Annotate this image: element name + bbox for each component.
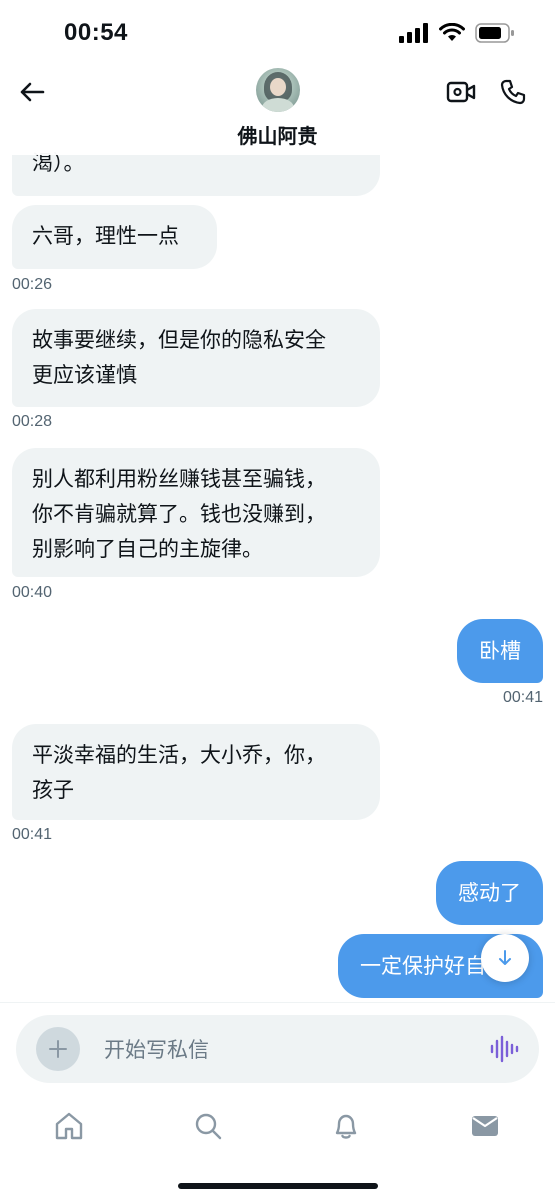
- video-call-button[interactable]: [443, 74, 479, 110]
- home-icon: [55, 1112, 83, 1140]
- message-text: 卧槽: [479, 639, 521, 663]
- tab-home[interactable]: [49, 1106, 89, 1146]
- conversation-header: 佛山阿贵: [0, 62, 555, 155]
- status-icons: [399, 22, 515, 44]
- message-timestamp: 00:28: [12, 413, 53, 430]
- contact-name[interactable]: 佛山阿贵: [0, 120, 555, 149]
- tab-notifications[interactable]: [326, 1106, 366, 1146]
- battery-icon: [475, 23, 514, 43]
- search-icon: [195, 1113, 222, 1140]
- status-bar: 00:54: [0, 0, 555, 62]
- message-timestamp: 00:41: [12, 826, 53, 843]
- arrow-down-icon: [499, 950, 511, 965]
- message-input[interactable]: [102, 1029, 466, 1071]
- video-camera-icon: [446, 81, 476, 103]
- bell-icon: [335, 1114, 357, 1139]
- voice-message-button[interactable]: [489, 1035, 519, 1063]
- message-bubble-incoming[interactable]: 别人都利用粉丝赚钱甚至骗钱， 你不肯骗就算了。钱也没赚到， 别影响了自己的主旋律…: [12, 448, 380, 577]
- home-indicator: [178, 1183, 378, 1189]
- cellular-signal-icon: [399, 23, 428, 43]
- message-text-line: 平淡幸福的生活，大小乔，你，: [32, 743, 326, 767]
- mail-icon: [472, 1116, 498, 1136]
- arrow-left-icon: [20, 82, 45, 102]
- contact-avatar[interactable]: [256, 68, 300, 112]
- tab-search[interactable]: [188, 1106, 228, 1146]
- add-media-button[interactable]: [36, 1027, 80, 1071]
- message-bubble-outgoing[interactable]: 感动了: [436, 861, 543, 925]
- message-bubble-outgoing[interactable]: 卧槽: [457, 619, 543, 683]
- back-button[interactable]: [14, 74, 50, 110]
- message-text-line: 别人都利用粉丝赚钱甚至骗钱，: [32, 467, 326, 491]
- tab-messages[interactable]: [465, 1106, 505, 1146]
- message-timestamp: 00:26: [12, 276, 53, 293]
- message-text-line: 你不肯骗就算了。钱也没赚到，: [32, 502, 326, 526]
- message-bubble-incoming[interactable]: 六哥，理性一点: [12, 205, 217, 269]
- message-bubble-incoming[interactable]: 平淡幸福的生活，大小乔，你， 孩子: [12, 724, 380, 820]
- message-text-line: 孩子: [32, 778, 74, 802]
- bottom-tab-bar: [0, 1094, 555, 1200]
- message-timestamp: 00:40: [12, 584, 53, 601]
- message-text: 感动了: [458, 881, 521, 905]
- message-text-line: 别影响了自己的主旋律。: [32, 537, 263, 561]
- scroll-to-bottom-button[interactable]: [481, 934, 529, 982]
- message-timestamp: 00:41: [502, 689, 543, 706]
- wifi-icon: [439, 23, 465, 41]
- plus-icon: [49, 1040, 67, 1058]
- message-bubble-incoming[interactable]: 故事要继续，但是你的隐私安全 更应该谨慎: [12, 309, 380, 407]
- voice-call-button[interactable]: [495, 74, 531, 110]
- message-text-line: 更应该谨慎: [32, 363, 137, 387]
- composer: [16, 1015, 539, 1083]
- voice-wave-icon: [490, 1035, 519, 1063]
- composer-bar: [0, 1002, 555, 1095]
- phone-icon: [500, 79, 526, 105]
- status-time: 00:54: [64, 19, 128, 46]
- message-text: 六哥，理性一点: [32, 224, 179, 248]
- message-text-line: 故事要继续，但是你的隐私安全: [32, 328, 326, 352]
